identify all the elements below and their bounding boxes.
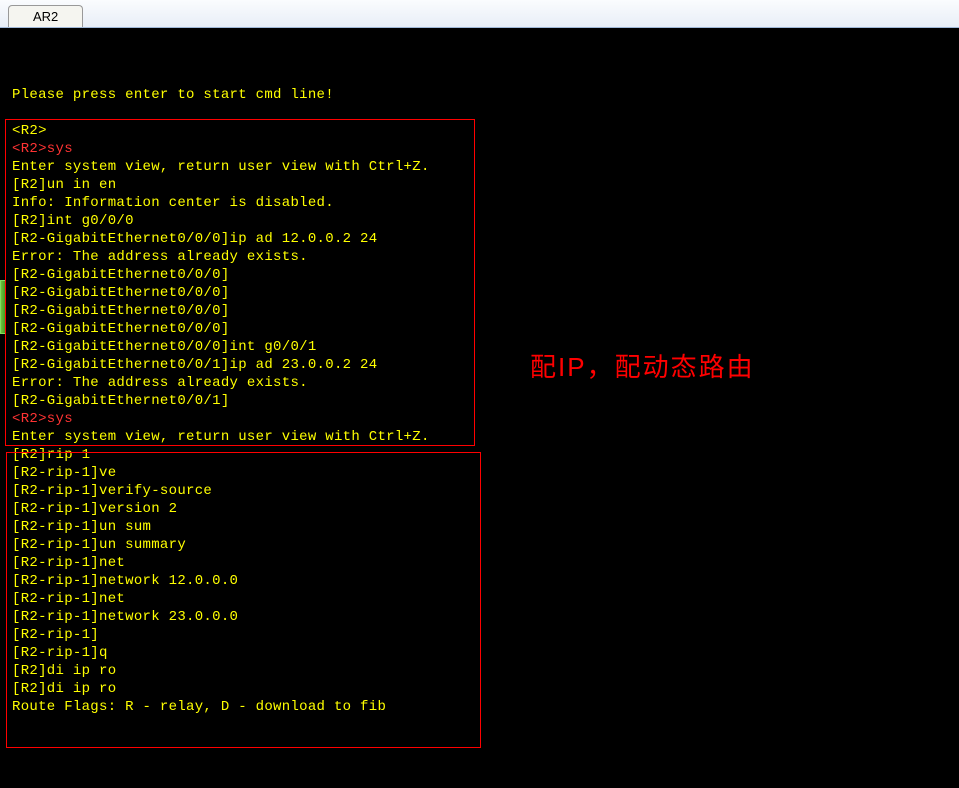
terminal-line: [R2-GigabitEthernet0/0/0]ip ad 12.0.0.2 … (12, 230, 951, 248)
tab-bar: AR2 (0, 0, 959, 28)
terminal-line: Please press enter to start cmd line! (12, 86, 951, 104)
terminal-line: [R2-GigabitEthernet0/0/1]ip ad 23.0.0.2 … (12, 356, 951, 374)
tab-ar2[interactable]: AR2 (8, 5, 83, 27)
terminal-line: [R2-GigabitEthernet0/0/0] (12, 266, 951, 284)
terminal-line: [R2-rip-1]network 23.0.0.0 (12, 608, 951, 626)
terminal-line: [R2]di ip ro (12, 662, 951, 680)
terminal-line: [R2]rip 1 (12, 446, 951, 464)
terminal-line: [R2-GigabitEthernet0/0/0] (12, 284, 951, 302)
terminal-line: [R2-rip-1]un summary (12, 536, 951, 554)
terminal-line: [R2-rip-1]net (12, 554, 951, 572)
terminal-line (12, 104, 951, 122)
terminal-line: [R2-GigabitEthernet0/0/0]int g0/0/1 (12, 338, 951, 356)
terminal-line: [R2-GigabitEthernet0/0/0] (12, 320, 951, 338)
terminal-line: [R2-GigabitEthernet0/0/0] (12, 302, 951, 320)
terminal-line: [R2-rip-1] (12, 626, 951, 644)
terminal-line: [R2-rip-1]q (12, 644, 951, 662)
terminal-line: Route Flags: R - relay, D - download to … (12, 698, 951, 716)
terminal-line: Enter system view, return user view with… (12, 428, 951, 446)
terminal-line: Enter system view, return user view with… (12, 158, 951, 176)
terminal-line: Error: The address already exists. (12, 248, 951, 266)
terminal-line: [R2-rip-1]version 2 (12, 500, 951, 518)
terminal-line: [R2-rip-1]network 12.0.0.0 (12, 572, 951, 590)
terminal-line: Info: Information center is disabled. (12, 194, 951, 212)
terminal-output[interactable]: Please press enter to start cmd line! <R2… (0, 28, 959, 748)
terminal-line: [R2-rip-1]ve (12, 464, 951, 482)
terminal-line: [R2-GigabitEthernet0/0/1] (12, 392, 951, 410)
terminal-line: [R2-rip-1]net (12, 590, 951, 608)
terminal-line: <R2>sys (12, 410, 951, 428)
terminal-line: [R2]un in en (12, 176, 951, 194)
terminal-line: [R2]di ip ro (12, 680, 951, 698)
terminal-line: [R2-rip-1]verify-source (12, 482, 951, 500)
terminal-line: Error: The address already exists. (12, 374, 951, 392)
terminal-line: [R2-rip-1]un sum (12, 518, 951, 536)
scroll-indicator[interactable] (0, 280, 6, 334)
terminal-line: <R2>sys (12, 140, 951, 158)
terminal-line: [R2]int g0/0/0 (12, 212, 951, 230)
terminal-line: <R2> (12, 122, 951, 140)
